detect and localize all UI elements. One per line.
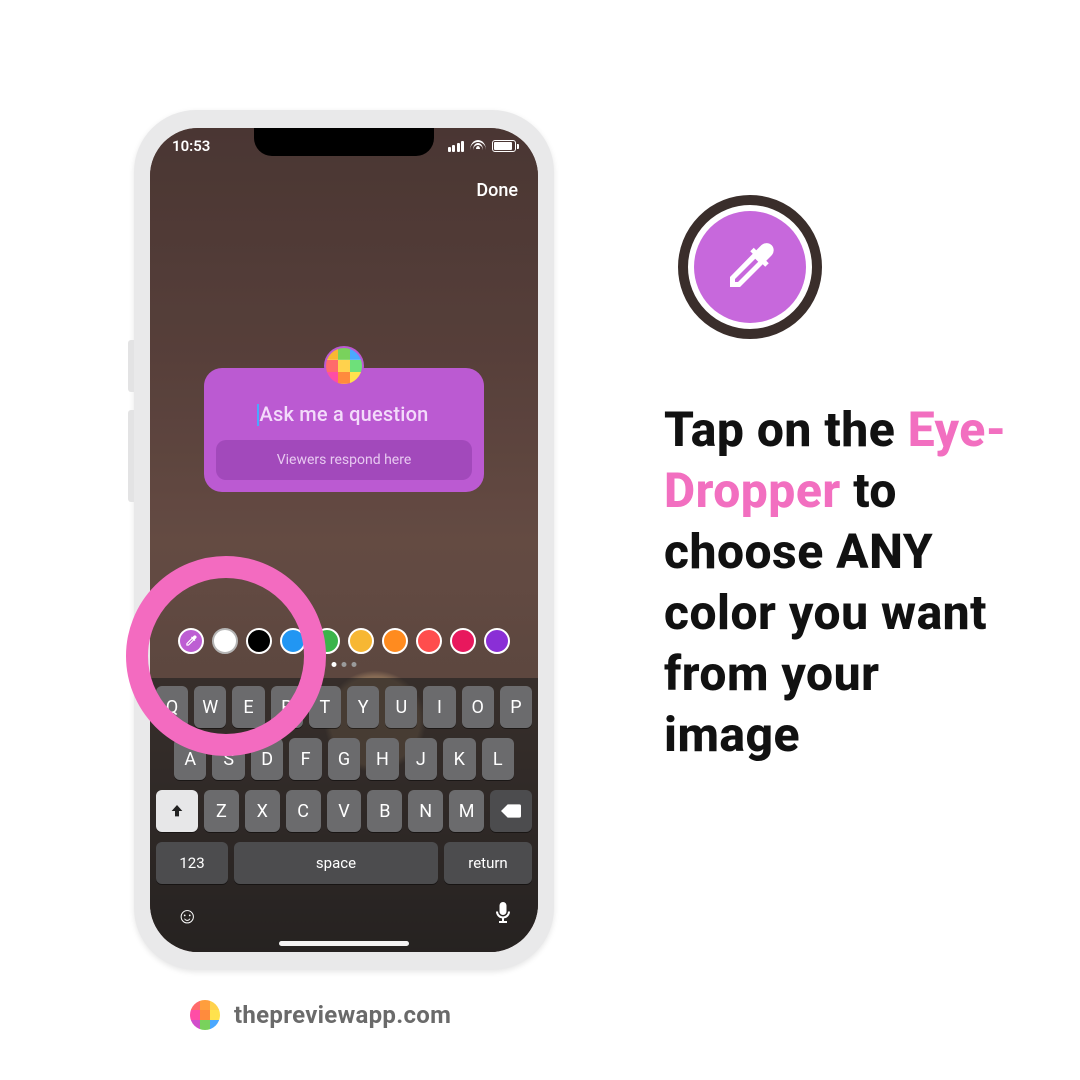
highlight-circle bbox=[126, 556, 326, 756]
eyedropper-badge bbox=[678, 195, 822, 339]
keyboard-row-4: 123 space return bbox=[156, 842, 532, 884]
instruction-headline: Tap on the Eye-Dropper to choose ANY col… bbox=[664, 400, 1024, 766]
key-c[interactable]: C bbox=[286, 790, 321, 832]
key-g[interactable]: G bbox=[328, 738, 360, 780]
status-time: 10:53 bbox=[172, 137, 210, 155]
text-caret bbox=[257, 404, 259, 426]
microphone-icon bbox=[494, 902, 512, 924]
key-b[interactable]: B bbox=[367, 790, 402, 832]
key-h[interactable]: H bbox=[366, 738, 398, 780]
key-i[interactable]: I bbox=[423, 686, 455, 728]
key-space[interactable]: space bbox=[234, 842, 438, 884]
emoji-picker-icon[interactable]: ☺ bbox=[176, 903, 198, 929]
status-indicators bbox=[448, 140, 517, 152]
key-l[interactable]: L bbox=[482, 738, 514, 780]
instruction-pre: Tap on the bbox=[664, 401, 908, 458]
key-k[interactable]: K bbox=[443, 738, 475, 780]
color-swatch-purple[interactable] bbox=[484, 628, 510, 654]
key-x[interactable]: X bbox=[245, 790, 280, 832]
key-n[interactable]: N bbox=[408, 790, 443, 832]
key-numbers[interactable]: 123 bbox=[156, 842, 228, 884]
key-return[interactable]: return bbox=[444, 842, 532, 884]
key-z[interactable]: Z bbox=[204, 790, 239, 832]
key-m[interactable]: M bbox=[449, 790, 484, 832]
color-swatch-orange[interactable] bbox=[382, 628, 408, 654]
key-o[interactable]: O bbox=[462, 686, 494, 728]
key-y[interactable]: Y bbox=[347, 686, 379, 728]
done-button[interactable]: Done bbox=[476, 180, 518, 201]
key-shift[interactable] bbox=[156, 790, 198, 832]
question-sticker[interactable]: Ask me a question Viewers respond here bbox=[204, 368, 484, 492]
eyedropper-badge-inner bbox=[694, 211, 806, 323]
cellular-icon bbox=[448, 141, 465, 152]
preview-app-logo bbox=[190, 1000, 220, 1030]
watermark-text: thepreviewapp.com bbox=[234, 1001, 451, 1029]
status-bar: 10:53 bbox=[150, 128, 538, 164]
watermark: thepreviewapp.com bbox=[190, 1000, 451, 1030]
key-j[interactable]: J bbox=[405, 738, 437, 780]
key-backspace[interactable] bbox=[490, 790, 532, 832]
shift-icon bbox=[169, 803, 185, 819]
key-v[interactable]: V bbox=[327, 790, 362, 832]
question-prompt-input[interactable]: Ask me a question bbox=[260, 402, 429, 426]
key-u[interactable]: U bbox=[385, 686, 417, 728]
question-placeholder-text: Ask me a question bbox=[260, 402, 429, 426]
color-swatch-red[interactable] bbox=[416, 628, 442, 654]
profile-avatar bbox=[324, 346, 364, 386]
battery-icon bbox=[492, 140, 516, 152]
keyboard-row-3: Z X C V B N M bbox=[156, 790, 532, 832]
keyboard-bottom-bar: ☺ bbox=[156, 894, 532, 932]
color-swatch-yellow[interactable] bbox=[348, 628, 374, 654]
dictation-icon[interactable] bbox=[494, 902, 512, 930]
eyedropper-icon bbox=[720, 237, 780, 297]
backspace-icon bbox=[501, 804, 521, 818]
wifi-icon bbox=[470, 140, 486, 152]
color-swatch-pink[interactable] bbox=[450, 628, 476, 654]
home-indicator bbox=[279, 941, 409, 946]
phone-screen: 10:53 Done Ask me a question Viewers res… bbox=[150, 128, 538, 952]
key-p[interactable]: P bbox=[500, 686, 532, 728]
color-page-dots bbox=[332, 662, 357, 667]
viewers-respond-field: Viewers respond here bbox=[216, 440, 472, 480]
phone-mockup: 10:53 Done Ask me a question Viewers res… bbox=[134, 110, 554, 970]
key-f[interactable]: F bbox=[289, 738, 321, 780]
